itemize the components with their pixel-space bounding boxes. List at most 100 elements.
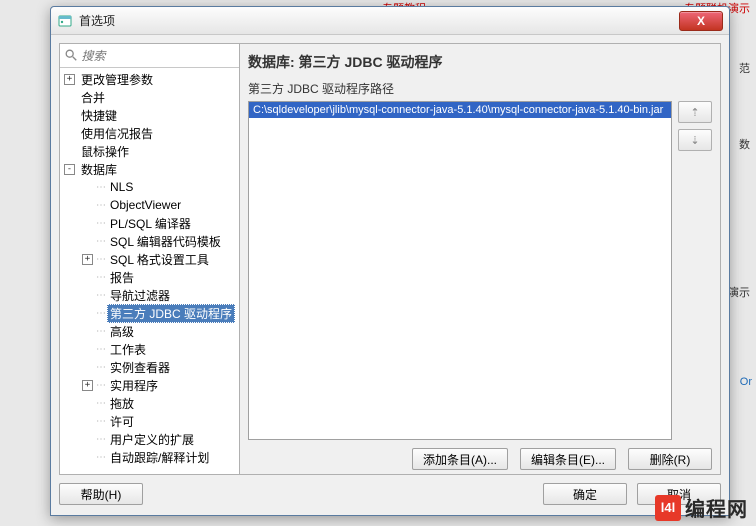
tree-label: 使用信况报告 [78,125,156,142]
bg-text: Or [740,376,752,388]
tree-node[interactable]: ⋯导航过滤器 [60,286,239,304]
tree-connector: ⋯ [96,398,105,409]
search-icon [64,48,78,64]
tree-label: SQL 格式设置工具 [107,251,212,268]
tree-label: 高级 [107,323,137,340]
tree-node[interactable]: +⋯SQL 格式设置工具 [60,250,239,268]
add-entry-button[interactable]: 添加条目(A)... [412,448,508,470]
right-pane: 数据库: 第三方 JDBC 驱动程序 第三方 JDBC 驱动程序路径 C:\sq… [240,44,720,474]
panel-title: 数据库: 第三方 JDBC 驱动程序 [248,48,712,78]
logo-text: 编程网 [685,493,748,522]
tree-node[interactable]: ⋯PL/SQL 编译器 [60,214,239,232]
tree-label: 自动跟踪/解释计划 [107,449,212,466]
tree-node[interactable]: ⋯ObjectViewer [60,196,239,214]
expand-icon[interactable]: + [82,254,93,265]
logo-mark: l4l [655,495,681,521]
tree-node[interactable]: ⋯用户定义的扩展 [60,430,239,448]
content-area: +更改管理参数合并快捷键使用信况报告鼠标操作-数据库⋯NLS⋯ObjectVie… [59,43,721,475]
tree-label: 实例查看器 [107,359,173,376]
preferences-tree[interactable]: +更改管理参数合并快捷键使用信况报告鼠标操作-数据库⋯NLS⋯ObjectVie… [60,68,239,474]
tree-node[interactable]: 合并 [60,88,239,106]
tree-node[interactable]: ⋯高级 [60,322,239,340]
tree-label: SQL 编辑器代码模板 [107,233,224,250]
window-body: +更改管理参数合并快捷键使用信况报告鼠标操作-数据库⋯NLS⋯ObjectVie… [51,35,729,515]
help-button[interactable]: 帮助(H) [59,483,143,505]
jdbc-driver-list[interactable]: C:\sqldeveloper\jlib\mysql-connector-jav… [248,101,672,440]
tree-label: 实用程序 [107,377,161,394]
tree-connector: ⋯ [96,272,105,283]
reorder-buttons: ⇡ ⇣ [678,101,712,440]
delete-entry-button[interactable]: 删除(R) [628,448,712,470]
tree-node[interactable]: ⋯实例查看器 [60,358,239,376]
tree-connector: ⋯ [96,290,105,301]
tree-node[interactable]: ⋯拖放 [60,394,239,412]
search-row [60,44,239,68]
left-pane: +更改管理参数合并快捷键使用信况报告鼠标操作-数据库⋯NLS⋯ObjectVie… [60,44,240,474]
tree-label: 报告 [107,269,137,286]
tree-label: 更改管理参数 [78,71,156,88]
ok-button[interactable]: 确定 [543,483,627,505]
arrow-down-icon: ⇣ [690,134,699,147]
tree-connector: ⋯ [96,308,105,319]
tree-label: 拖放 [107,395,137,412]
tree-node[interactable]: ⋯NLS [60,178,239,196]
expand-icon[interactable]: + [82,380,93,391]
panel-subtitle: 第三方 JDBC 驱动程序路径 [248,78,712,101]
edit-entry-button[interactable]: 编辑条目(E)... [520,448,616,470]
tree-connector: ⋯ [96,380,105,391]
tree-connector: ⋯ [96,236,105,247]
tree-label: NLS [107,180,136,194]
tree-label: 第三方 JDBC 驱动程序 [107,304,235,323]
tree-node[interactable]: ⋯第三方 JDBC 驱动程序 [60,304,239,322]
entry-buttons: 添加条目(A)... 编辑条目(E)... 删除(R) [248,440,712,470]
tree-node[interactable]: +⋯实用程序 [60,376,239,394]
tree-node[interactable]: ⋯自动跟踪/解释计划 [60,448,239,466]
tree-label: 导航过滤器 [107,287,173,304]
tree-connector: ⋯ [96,452,105,463]
tree-label: 数据库 [78,161,120,178]
preferences-window: 首选项 X +更改管理参数合并快捷键使用信况报告鼠标操作-数据库⋯NLS⋯Obj… [50,6,730,516]
tree-connector: ⋯ [96,416,105,427]
expand-icon[interactable]: + [64,74,75,85]
tree-connector: ⋯ [96,362,105,373]
app-icon [57,13,73,29]
arrow-up-icon: ⇡ [690,106,699,119]
tree-node[interactable]: ⋯工作表 [60,340,239,358]
move-up-button[interactable]: ⇡ [678,101,712,123]
list-item[interactable]: C:\sqldeveloper\jlib\mysql-connector-jav… [249,102,671,118]
expand-icon[interactable]: - [64,164,75,175]
list-area: C:\sqldeveloper\jlib\mysql-connector-jav… [248,101,712,440]
tree-label: PL/SQL 编译器 [107,215,194,232]
tree-connector: ⋯ [96,182,105,193]
tree-connector: ⋯ [96,344,105,355]
window-title: 首选项 [79,12,679,29]
tree-node[interactable]: +更改管理参数 [60,70,239,88]
tree-connector: ⋯ [96,200,105,211]
tree-node[interactable]: 快捷键 [60,106,239,124]
dialog-footer: 帮助(H) 确定 取消 [59,479,721,509]
tree-node[interactable]: 鼠标操作 [60,142,239,160]
tree-node[interactable]: ⋯报告 [60,268,239,286]
tree-label: 工作表 [107,341,149,358]
tree-connector: ⋯ [96,326,105,337]
tree-node[interactable]: ⋯许可 [60,412,239,430]
bg-text: 数 [739,136,750,152]
tree-connector: ⋯ [96,218,105,229]
tree-connector: ⋯ [96,434,105,445]
tree-label: 许可 [107,413,137,430]
close-button[interactable]: X [679,11,723,31]
tree-label: 用户定义的扩展 [107,431,197,448]
tree-node[interactable]: 使用信况报告 [60,124,239,142]
tree-label: 合并 [78,89,108,106]
tree-node[interactable]: -数据库 [60,160,239,178]
tree-node[interactable]: ⋯SQL 编辑器代码模板 [60,232,239,250]
tree-label: 快捷键 [78,107,120,124]
tree-label: 鼠标操作 [78,143,132,160]
move-down-button[interactable]: ⇣ [678,129,712,151]
site-logo: l4l 编程网 [655,493,748,522]
tree-connector: ⋯ [96,254,105,265]
titlebar: 首选项 X [51,7,729,35]
search-input[interactable] [81,49,235,63]
tree-label: ObjectViewer [107,198,184,212]
bg-text: 范 [739,60,750,76]
